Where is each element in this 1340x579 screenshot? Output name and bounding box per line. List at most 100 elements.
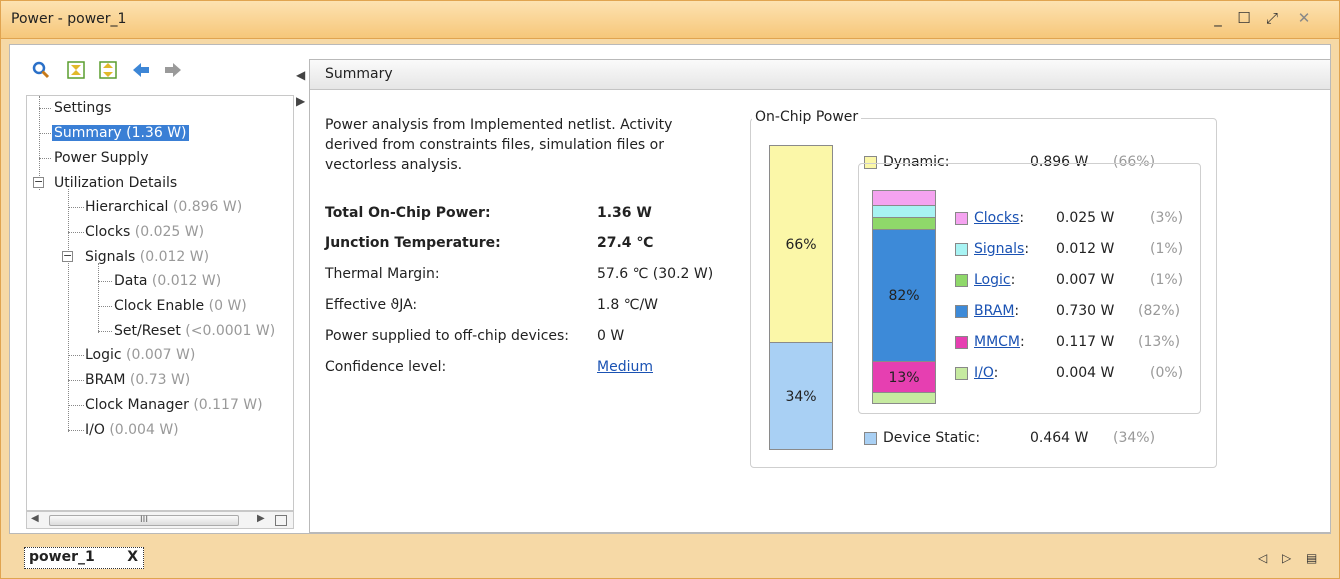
tree-item-clock-manager[interactable]: Clock Manager (0.117 W) [85, 395, 263, 415]
bram-link[interactable]: BRAM [974, 303, 1014, 319]
signals-legend: Signals: [974, 241, 1030, 257]
on-chip-power-title: On-Chip Power [752, 109, 862, 125]
bram-pct: (82%) [1138, 303, 1181, 319]
tree-item-clock-enable[interactable]: Clock Enable (0 W) [114, 296, 247, 316]
static-label: Device Static: [883, 430, 981, 446]
panel-options-icon[interactable] [275, 515, 287, 526]
tree-item-signals[interactable]: Signals (0.012 W) [85, 247, 209, 267]
tree-item-utilization-details[interactable]: Utilization Details [54, 173, 177, 193]
scroll-thumb[interactable]: III [49, 515, 239, 526]
maximize-button[interactable]: ☐ [1234, 8, 1254, 28]
collapse-panel-arrow-icon[interactable]: ◀ [296, 68, 305, 82]
mmcm-swatch [955, 336, 968, 349]
io-value: 0.004 W [1056, 365, 1115, 381]
back-arrow-icon[interactable] [130, 60, 152, 84]
total-power-value: 1.36 W [597, 205, 652, 221]
logic-swatch [955, 274, 968, 287]
tree-item-set-reset[interactable]: Set/Reset (<0.0001 W) [114, 321, 275, 341]
summary-description: Power analysis from Implemented netlist.… [325, 117, 673, 173]
logic-pct: (1%) [1150, 272, 1184, 288]
mmcm-legend: MMCM: [974, 334, 1025, 350]
expand-all-icon[interactable] [97, 60, 119, 84]
close-button[interactable]: ✕ [1294, 8, 1314, 28]
tree-connector [98, 331, 112, 332]
tree-connector [39, 158, 51, 159]
tab-close-icon[interactable]: X [127, 549, 138, 565]
tab-list-icon[interactable]: ▤ [1306, 551, 1317, 565]
mmcm-link[interactable]: MMCM [974, 334, 1020, 350]
minimize-button[interactable]: _ [1208, 8, 1228, 28]
tree-connector [68, 405, 84, 406]
static-value: 0.464 W [1030, 430, 1089, 446]
clocks-legend: Clocks: [974, 210, 1025, 226]
summary-header: Summary [310, 60, 1330, 90]
mmcm-pct: (13%) [1138, 334, 1181, 350]
bram-swatch [955, 305, 968, 318]
tree-item-bram[interactable]: BRAM (0.73 W) [85, 370, 190, 390]
tree-item-summary[interactable]: Summary (1.36 W) [52, 123, 189, 143]
clocks-swatch [955, 212, 968, 225]
tree-connector [68, 355, 84, 356]
junction-temp-label: Junction Temperature: [325, 235, 501, 251]
confidence-label: Confidence level: [325, 359, 447, 375]
dynamic-bar-segment: 66% [769, 145, 833, 343]
bram-bar-segment: 82% [872, 229, 936, 362]
tree-connector [68, 189, 69, 432]
scroll-right-icon[interactable]: ▶ [257, 513, 265, 524]
static-bar-segment: 34% [769, 342, 833, 450]
logic-legend: Logic: [974, 272, 1016, 288]
tab-power-1-label: power_1 [29, 549, 95, 565]
io-swatch [955, 367, 968, 380]
tree-item-settings[interactable]: Settings [54, 98, 111, 118]
tree-connector [68, 430, 84, 431]
tree-item-clocks[interactable]: Clocks (0.025 W) [85, 222, 204, 242]
static-swatch [864, 432, 877, 445]
total-power-label: Total On-Chip Power: [325, 205, 491, 221]
io-pct: (0%) [1150, 365, 1184, 381]
tree-toolbar [18, 60, 218, 88]
search-icon[interactable] [30, 60, 52, 84]
power-tree: − − Settings Summary (1.36 W) Power Supp… [26, 95, 294, 511]
tree-item-data[interactable]: Data (0.012 W) [114, 271, 221, 291]
window-title: Power - power_1 [11, 11, 127, 27]
tree-connector [68, 207, 84, 208]
tab-power-1[interactable]: power_1 X [24, 547, 144, 569]
collapse-toggle-icon[interactable]: − [62, 250, 73, 262]
tree-item-logic[interactable]: Logic (0.007 W) [85, 345, 195, 365]
tree-horizontal-scrollbar[interactable]: ◀ III ▶ [26, 511, 294, 529]
signals-link[interactable]: Signals [974, 241, 1024, 257]
clocks-link[interactable]: Clocks [974, 210, 1019, 226]
tab-prev-icon[interactable]: ◁ [1258, 551, 1267, 565]
tree-item-power-supply[interactable]: Power Supply [54, 148, 149, 168]
io-legend: I/O: [974, 365, 999, 381]
bram-legend: BRAM: [974, 303, 1020, 319]
scroll-left-icon[interactable]: ◀ [31, 513, 39, 524]
signals-swatch [955, 243, 968, 256]
logic-value: 0.007 W [1056, 272, 1115, 288]
expand-panel-arrow-icon[interactable]: ▶ [296, 94, 305, 108]
tree-connector [39, 133, 51, 134]
tree-item-hierarchical[interactable]: Hierarchical (0.896 W) [85, 197, 242, 217]
tree-item-io[interactable]: I/O (0.004 W) [85, 420, 179, 440]
thermal-margin-label: Thermal Margin: [325, 266, 440, 282]
collapse-all-icon[interactable] [65, 60, 87, 84]
clocks-value: 0.025 W [1056, 210, 1115, 226]
tree-connector [98, 281, 112, 282]
confidence-link[interactable]: Medium [597, 359, 653, 375]
collapse-toggle-icon[interactable]: − [33, 176, 44, 188]
effective-theta-label: Effective ϑJA: [325, 297, 418, 313]
io-bar-segment [872, 392, 936, 404]
effective-theta-value: 1.8 ℃/W [597, 297, 658, 313]
offchip-power-value: 0 W [597, 328, 625, 344]
tree-connector [39, 108, 51, 109]
forward-arrow-icon[interactable] [162, 60, 184, 84]
tree-connector [68, 232, 84, 233]
tab-next-icon[interactable]: ▷ [1282, 551, 1291, 565]
tree-connector [98, 306, 112, 307]
signals-pct: (1%) [1150, 241, 1184, 257]
restore-button[interactable]: ⤢ [1262, 8, 1282, 28]
logic-link[interactable]: Logic [974, 272, 1011, 288]
static-pct: (34%) [1113, 430, 1156, 446]
io-link[interactable]: I/O [974, 365, 994, 381]
mmcm-bar-segment: 13% [872, 361, 936, 393]
